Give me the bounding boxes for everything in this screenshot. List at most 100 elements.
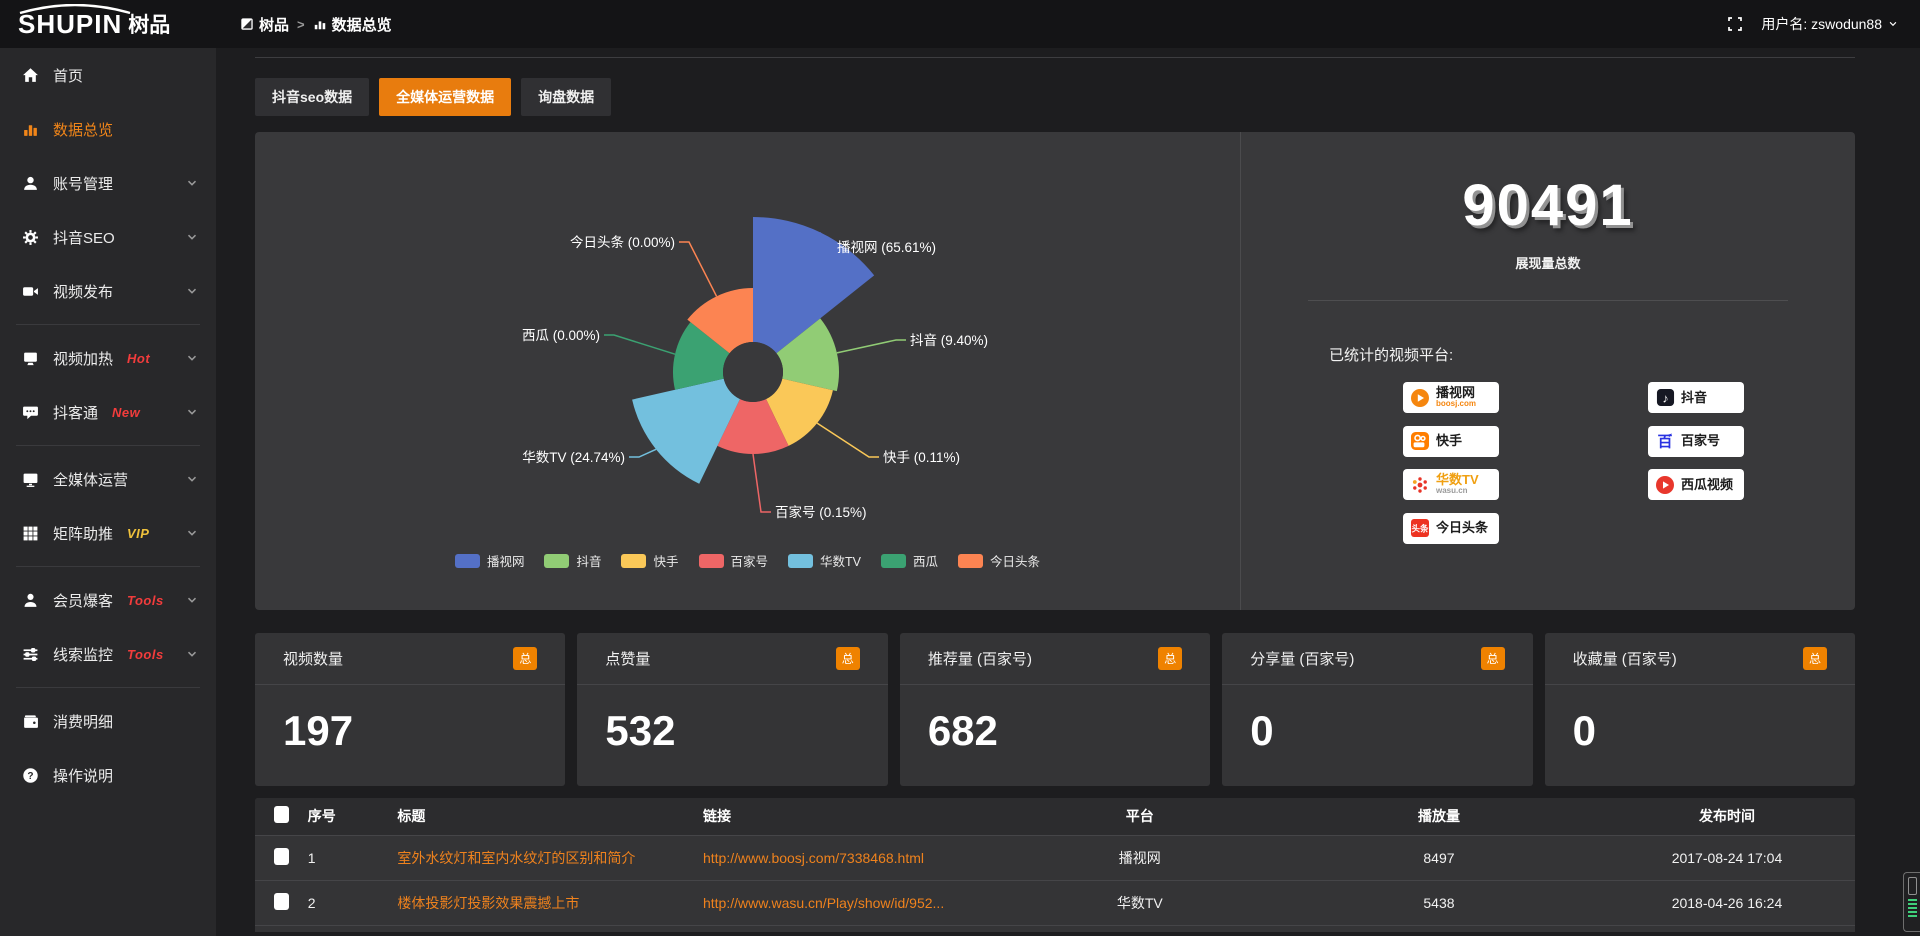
legend-item-播视网[interactable]: 播视网 [455,551,525,570]
legend-item-抖音[interactable]: 抖音 [544,551,601,570]
tab-omni-media-data[interactable]: 全媒体运营数据 [379,78,511,116]
sidebar-item-label: 抖客通 [53,402,98,423]
sidebar-item-lead-monitor[interactable]: 线索监控Tools [0,627,216,681]
table-row-partial [255,925,1855,932]
logo-text-en: SHUPIN [18,11,122,37]
platform-name: 快手 [1436,434,1462,448]
sidebar-item-omni-media[interactable]: 全媒体运营 [0,452,216,506]
tab-douyin-seo-data[interactable]: 抖音seo数据 [255,78,369,116]
stat-card-value: 0 [1222,685,1532,755]
summary-divider [1308,300,1788,301]
platform-name: 播视网 [1436,386,1476,400]
sidebar-item-label: 账号管理 [53,173,113,194]
pie-label-leader [753,454,771,512]
user-menu[interactable]: 用户名: zswodun88 [1761,14,1898,34]
floating-widget-bars [1907,899,1917,917]
fullscreen-icon[interactable] [1727,16,1743,32]
logo-arc [16,4,134,14]
sidebar-item-doukotong[interactable]: 抖客通New [0,385,216,439]
stat-card-title: 分享量 (百家号) [1250,648,1354,669]
stat-card-recommend-count: 推荐量 (百家号)总682 [900,633,1210,786]
pie-slice-华数TV[interactable] [632,379,740,484]
floating-widget-handle [1908,877,1917,895]
chat-icon [22,403,40,421]
monitor-icon [22,470,40,488]
pie-label-百家号: 百家号 (0.15%) [775,504,867,520]
row-no: 1 [308,835,398,880]
pie-label-华数TV: 华数TV (24.74%) [522,450,625,465]
svg-text:百: 百 [1657,434,1672,451]
row-checkbox[interactable] [274,848,289,865]
sidebar-item-video-publish[interactable]: 视频发布 [0,264,216,318]
legend-label: 今日头条 [990,551,1040,570]
sidebar-item-label: 首页 [53,65,83,86]
header-divider [255,57,1855,58]
chevron-down-icon [186,177,198,189]
wallet-icon [22,712,40,730]
platform-name: 华数TV [1436,473,1479,487]
legend-label: 快手 [653,551,678,570]
breadcrumb-item-data-overview[interactable]: 数据总览 [313,14,392,35]
topbar: SHUPIN 树品 树品 > 数据总览 用户名: zswodun88 [0,0,1920,48]
pie-label-leader [679,242,717,296]
platform-badge-douyin: ♪抖音 [1648,382,1744,413]
legend-swatch [958,554,983,568]
table-header-row: 序号 标题 链接 平台 播放量 发布时间 [255,798,1855,835]
sidebar-item-home[interactable]: 首页 [0,48,216,102]
table-row: 1室外水纹灯和室内水纹灯的区别和简介http://www.boosj.com/7… [255,835,1855,880]
sidebar-divider [16,324,200,325]
video-title-link[interactable]: 楼体投影灯投影效果震撼上市 [397,880,703,925]
pie-label-今日头条: 今日头条 (0.00%) [570,234,675,250]
platform-name: 今日头条 [1436,521,1488,535]
sidebar-item-account-management[interactable]: 账号管理 [0,156,216,210]
row-platform: 播视网 [1001,835,1279,880]
help-icon: ? [22,766,40,784]
legend-label: 百家号 [731,551,769,570]
legend-label: 播视网 [487,551,525,570]
row-time: 2017-08-24 17:04 [1599,835,1855,880]
chevron-down-icon [186,352,198,364]
baijiahao-logo-icon: 百 [1655,431,1675,451]
col-header-no: 序号 [308,798,398,835]
floating-widget[interactable] [1903,872,1920,932]
total-badge: 总 [1481,647,1505,670]
gear-icon [22,228,40,246]
sidebar-item-label: 矩阵助推 [53,523,113,544]
stat-card-like-count: 点赞量总532 [577,633,887,786]
boosj-logo-icon [1410,388,1430,408]
video-title-link[interactable]: 室外水纹灯和室内水纹灯的区别和简介 [397,835,703,880]
total-badge: 总 [836,647,860,670]
video-url-link[interactable]: http://www.wasu.cn/Play/show/id/952... [703,880,1001,925]
chevron-down-icon [186,594,198,606]
stat-card-value: 0 [1545,685,1855,755]
legend-item-快手[interactable]: 快手 [621,551,678,570]
sidebar-item-consumption-detail[interactable]: 消费明细 [0,694,216,748]
pie-label-播视网: 播视网 (65.61%) [837,240,936,255]
sidebar-item-operation-guide[interactable]: ?操作说明 [0,748,216,802]
legend-item-西瓜[interactable]: 西瓜 [881,551,938,570]
sidebar-item-label: 全媒体运营 [53,469,128,490]
sidebar-item-douyin-seo[interactable]: 抖音SEO [0,210,216,264]
platform-badge-wasu: 华数TVwasu.cn [1403,469,1499,500]
svg-text:?: ? [27,770,33,781]
chevron-down-icon [186,406,198,418]
sidebar-item-data-overview[interactable]: 数据总览 [0,102,216,156]
sidebar-divider [16,445,200,446]
tab-inquiry-data[interactable]: 询盘数据 [521,78,611,116]
bar-chart-icon [313,17,327,31]
stat-card-title: 点赞量 [605,648,650,669]
stat-card-title: 收藏量 (百家号) [1573,648,1677,669]
legend-item-今日头条[interactable]: 今日头条 [958,551,1040,570]
legend-item-百家号[interactable]: 百家号 [699,551,769,570]
select-all-checkbox[interactable] [274,806,289,823]
legend-item-华数TV[interactable]: 华数TV [788,551,861,570]
sidebar-item-matrix-boost[interactable]: 矩阵助推VIP [0,506,216,560]
breadcrumb-item-shupin[interactable]: 树品 [240,14,289,35]
video-url-link[interactable]: http://www.boosj.com/7338468.html [703,835,1001,880]
sidebar-item-member-burst[interactable]: 会员爆客Tools [0,573,216,627]
sidebar: 首页数据总览账号管理抖音SEO视频发布视频加热Hot抖客通New 全媒体运营矩阵助… [0,48,216,936]
row-checkbox[interactable] [274,893,289,910]
platform-subtitle: boosj.com [1436,400,1476,408]
sidebar-item-video-heating[interactable]: 视频加热Hot [0,331,216,385]
pie-label-leader [629,449,656,457]
